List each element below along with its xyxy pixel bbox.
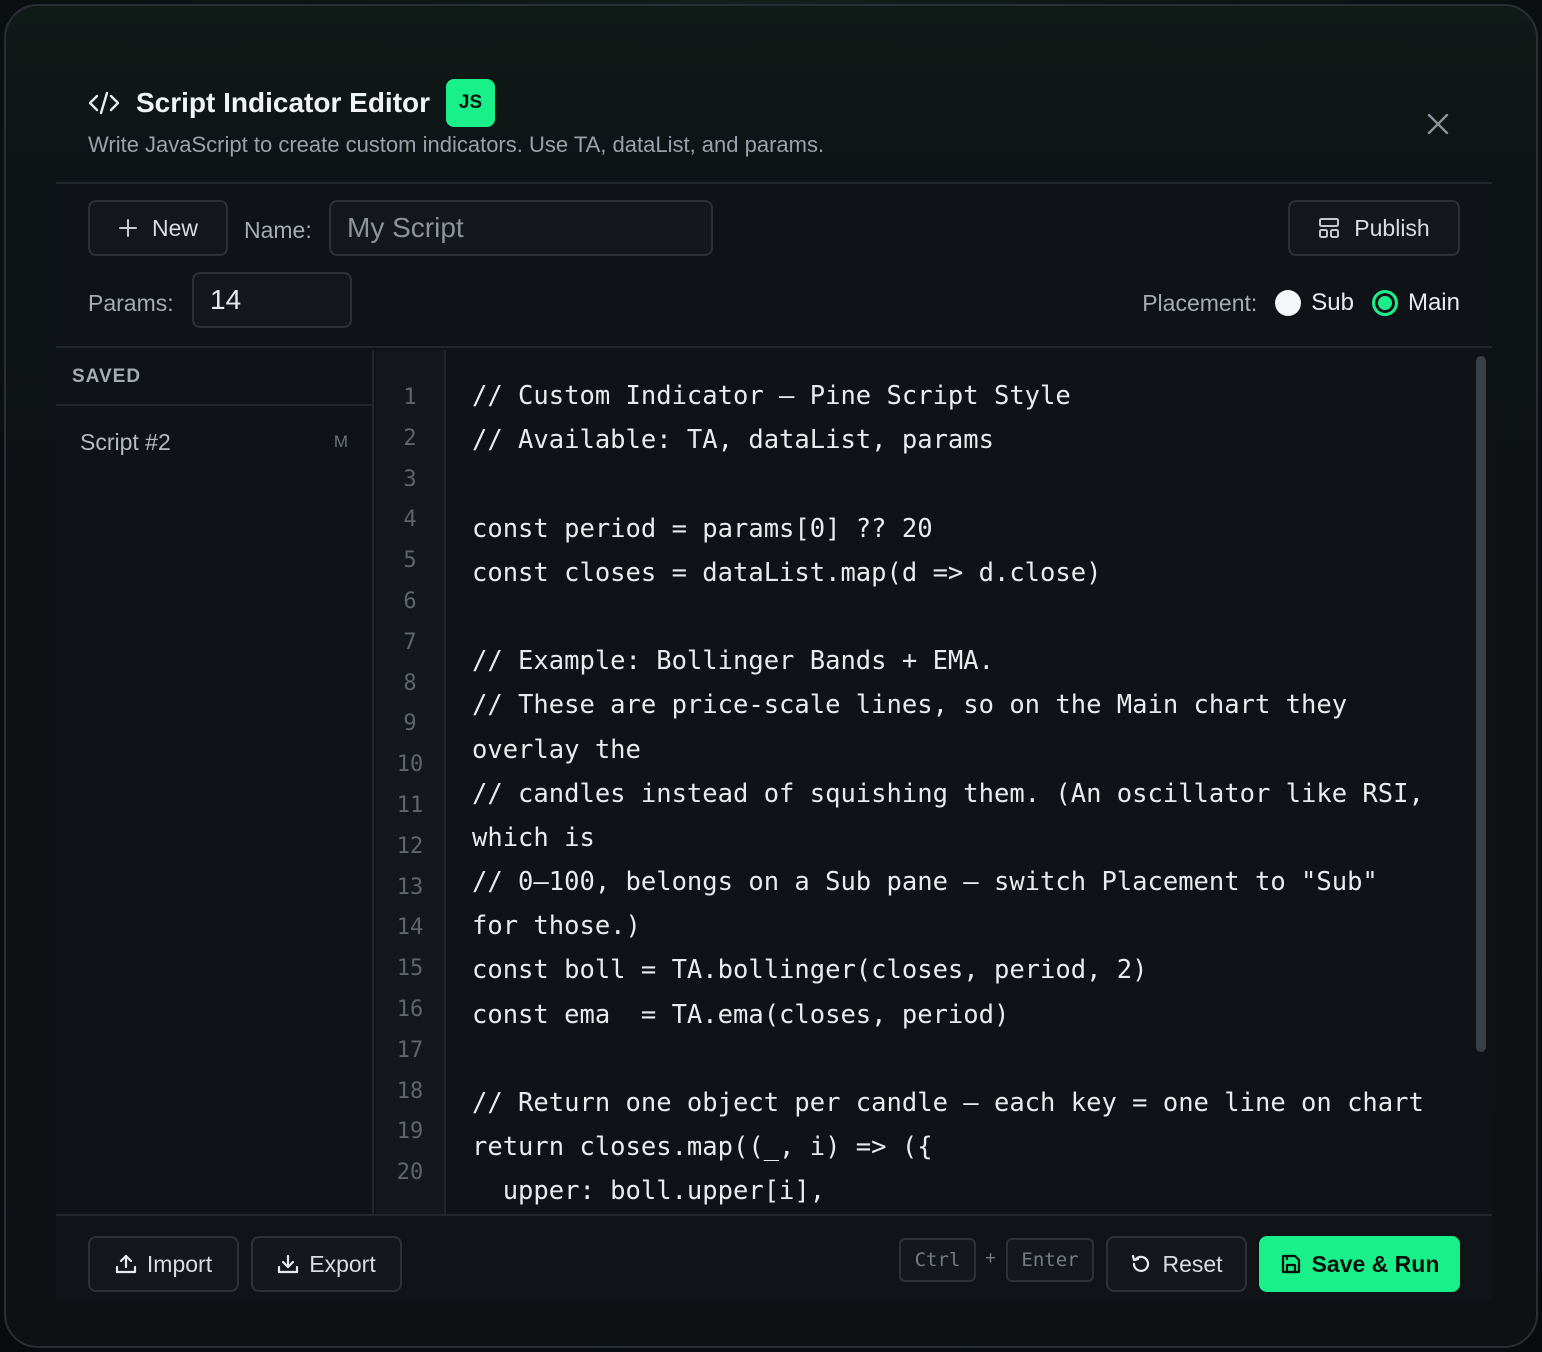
code-line: // Return one object per candle — each k…: [472, 1088, 1424, 1118]
line-number: 4: [403, 507, 417, 533]
code-icon: [88, 88, 122, 118]
save-icon: [1280, 1253, 1302, 1275]
code-line: return closes.map((_, i) => ({: [472, 1132, 933, 1163]
close-icon: [1427, 113, 1449, 135]
line-number: 16: [396, 996, 424, 1022]
shortcut-plus: +: [985, 1248, 997, 1269]
code-line: const closes = dataList.map(d => d.close…: [472, 557, 1102, 588]
line-number: 10: [396, 752, 424, 778]
params-label: Params:: [88, 290, 174, 316]
placement-group: Placement: Sub Main: [1142, 288, 1460, 318]
dialog-header: Script Indicator Editor JS Write JavaScr…: [88, 78, 1456, 168]
reset-button[interactable]: Reset: [1106, 1236, 1247, 1292]
save-run-label: Save & Run: [1311, 1250, 1440, 1277]
line-number: 9: [403, 711, 417, 737]
code-line: const ema = TA.ema(closes, period): [472, 999, 1010, 1030]
script-name-input[interactable]: My Script: [329, 200, 713, 256]
code-line: // Example: Bollinger Bands + EMA.: [472, 646, 994, 677]
editor-panel: New Name: My Script Publish Params: 14 P…: [56, 182, 1492, 1302]
line-number: 5: [403, 548, 417, 574]
plus-icon: [118, 218, 138, 238]
line-number: 20: [396, 1160, 424, 1186]
script-editor-dialog: Script Indicator Editor JS Write JavaScr…: [4, 4, 1538, 1348]
shortcut-key-ctrl: Ctrl: [899, 1238, 976, 1282]
code-line: overlay the: [472, 734, 641, 765]
line-number: 18: [396, 1078, 424, 1104]
reset-label: Reset: [1162, 1250, 1223, 1277]
dialog-footer: Import Export Ctrl + Enter Reset Save & …: [56, 1214, 1492, 1302]
new-script-label: New: [151, 214, 198, 241]
toolbar: New Name: My Script Publish Params: 14 P…: [56, 184, 1492, 348]
code-line: // 0–100, belongs on a Sub pane — switch…: [472, 867, 1378, 898]
placement-label: Placement:: [1142, 289, 1258, 316]
code-line: upper: boll.upper[i],: [472, 1176, 826, 1207]
shortcut-key-enter: Enter: [1006, 1238, 1094, 1282]
dialog-subtitle: Write JavaScript to create custom indica…: [88, 132, 825, 157]
line-number: 14: [396, 915, 424, 941]
js-badge: JS: [446, 79, 496, 127]
saved-script-item[interactable]: Script #2 M: [56, 406, 372, 478]
save-run-button[interactable]: Save & Run: [1259, 1236, 1460, 1292]
line-number: 17: [396, 1037, 424, 1063]
code-line: // These are price-scale lines, so on th…: [472, 690, 1348, 721]
line-number: 12: [396, 833, 424, 859]
line-number: 6: [403, 588, 417, 614]
export-button[interactable]: Export: [251, 1236, 402, 1292]
line-number: 2: [403, 425, 417, 451]
line-number: 19: [396, 1119, 424, 1145]
new-script-button[interactable]: New: [88, 200, 228, 256]
radio-dot: [1275, 290, 1302, 316]
code-line: const period = params[0] ?? 20: [472, 513, 933, 544]
code-line: // Custom Indicator — Pine Script Style: [472, 381, 1071, 411]
publish-button[interactable]: Publish: [1288, 200, 1460, 256]
close-button[interactable]: [1420, 106, 1456, 142]
code-line: for those.): [472, 911, 641, 942]
line-number: 1: [403, 385, 417, 410]
reset-icon: [1130, 1253, 1152, 1275]
line-number: 15: [396, 956, 424, 982]
placement-sub-label: Sub: [1311, 289, 1354, 316]
download-icon: [277, 1253, 299, 1275]
code-line: // candles instead of squishing them. (A…: [472, 778, 1424, 809]
saved-script-name: Script #2: [80, 428, 171, 455]
line-number-gutter: 1 2 3 4 5 6 7 8 9 10 11 12 13 14 15 16 17 18 19 20: [376, 350, 446, 1214]
saved-script-tag: M: [333, 432, 348, 451]
radio-dot-selected: [1371, 290, 1398, 316]
import-label: Import: [146, 1250, 213, 1277]
saved-heading: SAVED: [56, 350, 372, 406]
params-input[interactable]: 14: [192, 272, 352, 328]
saved-sidebar: SAVED Script #2 M: [56, 350, 374, 1214]
layout-icon: [1318, 217, 1340, 239]
code-line: // Available: TA, dataList, params: [472, 425, 994, 456]
upload-icon: [115, 1253, 137, 1275]
import-button[interactable]: Import: [88, 1236, 239, 1292]
placement-radio-sub[interactable]: Sub: [1275, 289, 1354, 317]
line-number: 11: [396, 792, 424, 818]
name-label: Name:: [244, 217, 312, 243]
line-number: 7: [403, 629, 417, 655]
line-number: 3: [403, 466, 417, 492]
placement-radio-main[interactable]: Main: [1371, 289, 1460, 317]
code-line: const boll = TA.bollinger(closes, period…: [472, 955, 1148, 986]
publish-label: Publish: [1354, 214, 1430, 241]
code-editor[interactable]: // Custom Indicator — Pine Script Style /…: [448, 350, 1470, 1214]
placement-main-label: Main: [1407, 289, 1460, 316]
code-line: which is: [472, 822, 595, 853]
export-label: Export: [309, 1250, 376, 1277]
dialog-title: Script Indicator Editor: [136, 87, 431, 118]
line-number: 8: [403, 670, 417, 696]
line-number: 13: [396, 874, 424, 900]
editor-scrollbar[interactable]: [1476, 356, 1486, 1052]
